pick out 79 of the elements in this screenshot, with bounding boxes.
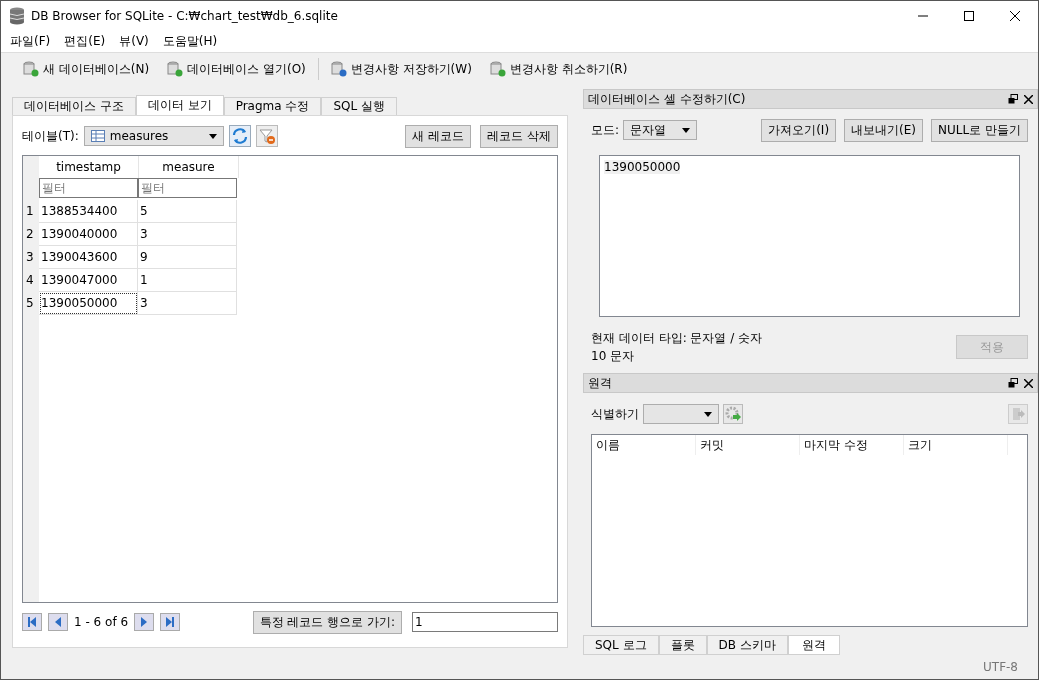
close-icon[interactable] — [1024, 94, 1033, 104]
caret-icon — [682, 127, 691, 133]
tab[interactable]: SQL 실행 — [321, 97, 397, 115]
column-header[interactable]: 크기 — [904, 435, 1008, 455]
toolbar-button[interactable]: 변경사항 취소하기(R) — [483, 58, 634, 80]
float-icon[interactable] — [1008, 378, 1018, 388]
close-icon[interactable] — [1010, 11, 1020, 21]
filter-field[interactable]: 필터 — [138, 178, 237, 198]
table-cell[interactable]: 3 — [138, 292, 237, 315]
maximize-icon[interactable] — [964, 11, 974, 21]
refresh-icon[interactable] — [228, 125, 251, 147]
cell-action-button[interactable]: NULL로 만들기 — [931, 118, 1028, 142]
column-header[interactable]: 이름 — [592, 435, 696, 455]
table-cell[interactable]: 1390050000 — [39, 292, 138, 315]
database-icon — [9, 7, 25, 25]
menu-item[interactable]: 뷰(V) — [119, 33, 149, 50]
last-page-icon[interactable] — [160, 613, 181, 631]
caret-icon — [208, 133, 217, 139]
menu-item[interactable]: 파일(F) — [10, 33, 51, 50]
dock-title: 데이터베이스 셀 수정하기(C) — [588, 90, 746, 108]
toolbar-button[interactable]: 새 데이터베이스(N) — [17, 58, 156, 80]
encoding-status: UTF-8 — [983, 660, 1018, 674]
size-text: 10 문자 — [591, 348, 636, 365]
row-number: 5 — [25, 295, 35, 312]
cell-action-button[interactable]: 가져오기(I) — [761, 118, 837, 142]
table-cell[interactable]: 1390040000 — [39, 223, 138, 246]
table-cell[interactable]: 9 — [138, 246, 237, 269]
close-icon[interactable] — [1024, 378, 1033, 388]
next-page-icon[interactable] — [134, 613, 155, 631]
dock-title: 원격 — [588, 374, 612, 392]
first-page-icon[interactable] — [22, 613, 42, 631]
data-type-text: 현재 데이터 타입: 문자열 / 숫자 — [591, 330, 763, 347]
database-icon — [167, 61, 184, 77]
record-button[interactable]: 레코드 삭제 — [480, 124, 558, 148]
tab[interactable]: 플롯 — [658, 635, 707, 655]
table-cell[interactable]: 1390043600 — [39, 246, 138, 269]
table-cell[interactable]: 1388534400 — [39, 200, 138, 223]
row-number: 4 — [25, 272, 35, 289]
mode-dropdown[interactable]: 문자열 — [623, 120, 698, 140]
tab[interactable]: SQL 로그 — [583, 635, 659, 655]
column-header[interactable]: 커밋 — [696, 435, 800, 455]
window-title: DB Browser for SQLite - C:₩chart_test₩db_6.sqlite — [31, 9, 338, 23]
column-header[interactable]: 마지막 수정 — [800, 435, 904, 455]
tab[interactable]: DB 스키마 — [706, 635, 788, 655]
row-number: 1 — [25, 203, 35, 220]
table-cell[interactable]: 1 — [138, 269, 237, 292]
table-cell[interactable]: 1390047000 — [39, 269, 138, 292]
cell-action-button[interactable]: 내보내기(E) — [844, 118, 924, 142]
table-icon — [90, 130, 105, 142]
row-number: 3 — [25, 249, 35, 266]
database-icon — [23, 61, 39, 77]
goto-field[interactable]: 1 — [412, 612, 558, 632]
menu-item[interactable]: 편집(E) — [64, 33, 106, 50]
tab[interactable]: 데이터베이스 구조 — [12, 97, 136, 115]
tab[interactable]: 데이터 보기 — [135, 95, 224, 115]
table-cell[interactable]: 5 — [138, 200, 237, 223]
database-icon — [489, 61, 506, 77]
menu-item[interactable]: 도움말(H) — [162, 33, 218, 50]
table-label: 테이블(T): — [22, 127, 79, 145]
record-count: 1 - 6 of 6 — [74, 615, 129, 629]
caret-icon — [704, 411, 712, 417]
goto-button[interactable]: 특정 레코드 행으로 가기: — [252, 610, 402, 634]
filter-field[interactable]: 필터 — [39, 178, 138, 198]
mode-label: 모드: — [591, 121, 620, 139]
row-number: 2 — [25, 226, 35, 243]
cell-value-editor[interactable]: 1390050000 — [599, 155, 1020, 317]
identity-label: 식별하기 — [591, 405, 639, 423]
record-button[interactable]: 새 레코드 — [405, 124, 472, 148]
previous-page-icon[interactable] — [48, 613, 68, 631]
float-icon[interactable] — [1008, 94, 1018, 104]
toolbar-button[interactable]: 변경사항 저장하기(W) — [324, 58, 478, 80]
table-dropdown[interactable]: measures — [83, 126, 224, 146]
tab[interactable]: 원격 — [787, 635, 840, 655]
database-icon — [330, 61, 347, 77]
clear-filter-icon[interactable] — [255, 125, 278, 147]
table-cell[interactable]: 3 — [138, 223, 237, 246]
cell-value: 1390050000 — [604, 160, 681, 174]
tab[interactable]: Pragma 수정 — [223, 97, 322, 115]
toolbar-button[interactable]: 데이터베이스 열기(O) — [161, 58, 312, 80]
